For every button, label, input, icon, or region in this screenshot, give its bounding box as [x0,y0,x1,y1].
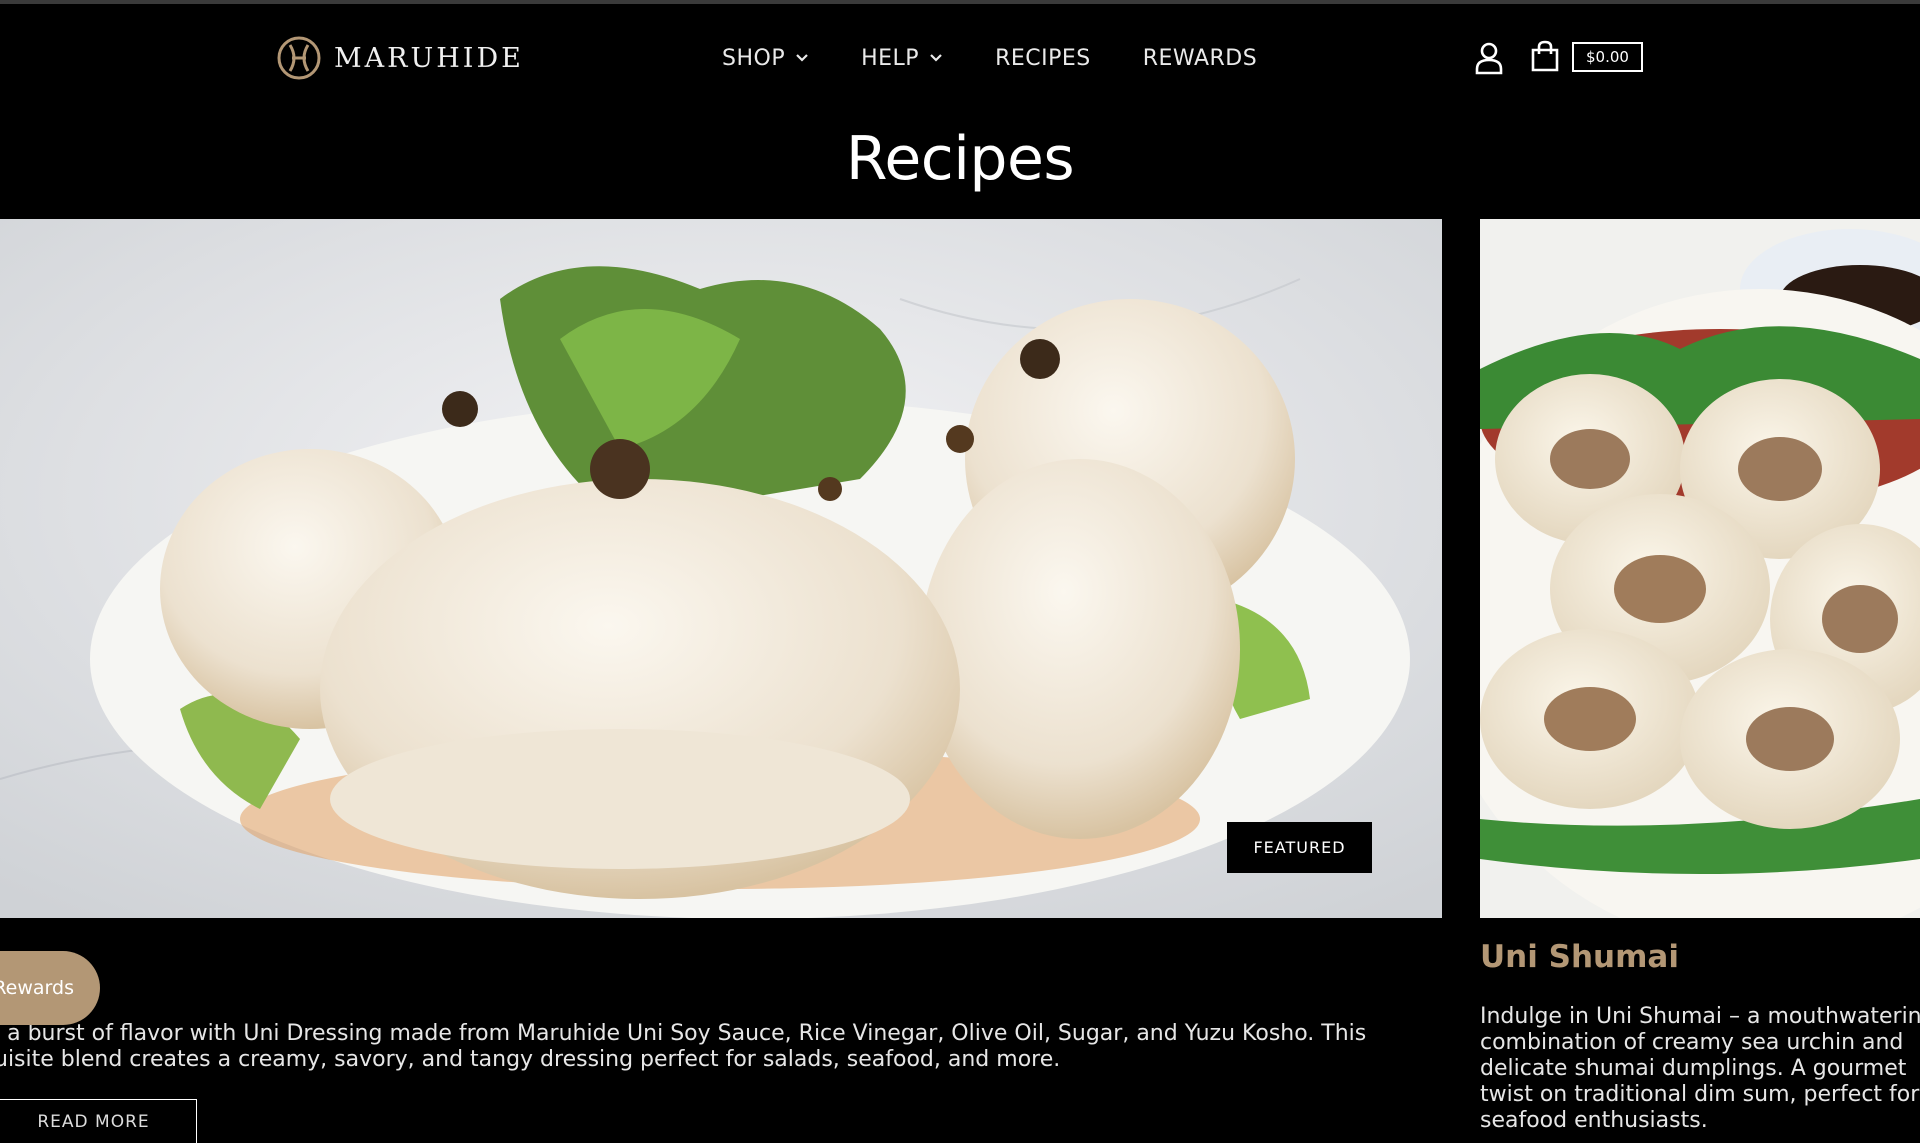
recipe-description: l a burst of flavor with Uni Dressing ma… [0,1021,1394,1073]
nav-recipes[interactable]: RECIPES [995,46,1091,71]
rewards-launcher-button[interactable]: Rewards [0,951,100,1025]
main-nav: SHOP HELP RECIPES REWARDS [722,40,1257,76]
nav-shop-label: SHOP [722,45,786,71]
recipe-title[interactable]: Uni Shumai [1480,939,1679,975]
account-icon[interactable] [1474,41,1504,75]
nav-help[interactable]: HELP [861,46,943,71]
featured-badge: FEATURED [1227,822,1372,873]
nav-rewards-label: REWARDS [1142,45,1258,71]
recipe-image-shumai[interactable] [1480,219,1920,918]
rewards-launcher-label: Rewards [0,977,74,999]
chevron-down-icon [795,53,809,63]
brand-name: MARUHIDE [334,42,524,74]
page-title: Recipes [845,124,1075,194]
recipe-image-scallops[interactable]: FEATURED [0,219,1442,918]
top-border [0,0,1920,4]
cart-total-button[interactable]: $0.00 [1572,42,1643,72]
recipe-card-featured[interactable]: FEATURED ing l a burst of flavor with Un… [0,219,1442,1143]
nav-recipes-label: RECIPES [995,45,1091,71]
shopping-bag-icon[interactable] [1530,40,1560,72]
recipe-description-line: uisite blend creates a creamy, savory, a… [0,1047,1061,1072]
chevron-down-icon [929,53,943,63]
recipe-card-uni-shumai[interactable]: Uni Shumai Indulge in Uni Shumai – a mou… [1480,219,1920,1133]
read-more-button[interactable]: READ MORE [0,1099,197,1143]
brand-logo[interactable]: MARUHIDE [276,34,524,82]
nav-rewards[interactable]: REWARDS [1143,46,1257,71]
recipe-description-line: l a burst of flavor with Uni Dressing ma… [0,1021,1367,1046]
nav-shop[interactable]: SHOP [722,46,809,71]
recipe-description: Indulge in Uni Shumai – a mouthwatering … [1480,1004,1920,1133]
logo-mark-icon [277,36,321,80]
nav-help-label: HELP [861,45,920,71]
